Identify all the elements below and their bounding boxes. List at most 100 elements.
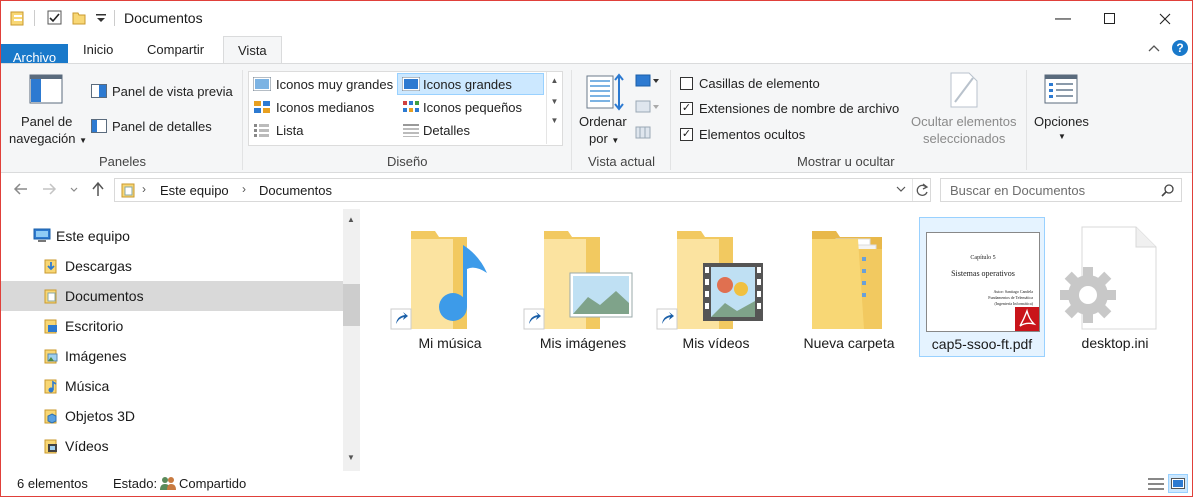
add-columns-icon[interactable] bbox=[635, 100, 661, 117]
pdf-chapter: Capítulo 5 bbox=[970, 255, 996, 261]
properties-icon[interactable] bbox=[10, 9, 26, 27]
file-item-nueva-carpeta[interactable]: Nueva carpeta bbox=[786, 217, 912, 357]
file-name: Mis vídeos bbox=[682, 335, 750, 351]
nav-item-imagenes[interactable]: Imágenes bbox=[1, 341, 343, 371]
size-columns-icon[interactable] bbox=[635, 126, 653, 143]
item-checkboxes-label[interactable]: Casillas de elemento bbox=[699, 76, 820, 91]
preview-pane-button[interactable]: Panel de vista previa bbox=[112, 84, 233, 99]
customize-qat-icon[interactable] bbox=[95, 9, 107, 27]
chevron-down-icon bbox=[896, 186, 906, 192]
item-checkboxes-checkbox[interactable] bbox=[680, 77, 693, 90]
maximize-button[interactable] bbox=[1086, 1, 1132, 36]
nav-item-este-equipo[interactable]: Este equipo bbox=[1, 221, 343, 251]
file-item-mi-musica[interactable]: Mi música bbox=[387, 217, 513, 357]
layout-small[interactable]: Iconos pequeños bbox=[423, 100, 522, 115]
tab-vista[interactable]: Vista bbox=[223, 36, 282, 64]
pdf-title: Sistemas operativos bbox=[951, 269, 1015, 278]
layout-large[interactable]: Iconos grandes bbox=[423, 77, 512, 92]
file-extensions-label[interactable]: Extensiones de nombre de archivo bbox=[699, 101, 899, 116]
details-pane-button[interactable]: Panel de detalles bbox=[112, 119, 212, 134]
options-icon[interactable] bbox=[1044, 74, 1078, 109]
ribbon-collapse-button[interactable] bbox=[1147, 41, 1161, 58]
nav-item-musica[interactable]: Música bbox=[1, 371, 343, 401]
scroll-down-icon[interactable]: ▼ bbox=[347, 453, 355, 462]
close-button[interactable] bbox=[1142, 1, 1188, 36]
file-item-mis-videos[interactable]: Mis vídeos bbox=[653, 217, 779, 357]
navigation-pane-label-1[interactable]: Panel de bbox=[21, 114, 72, 129]
scroll-up-icon[interactable]: ▲ bbox=[347, 215, 355, 224]
recent-locations-button[interactable] bbox=[69, 182, 79, 199]
nav-item-descargas[interactable]: Descargas bbox=[1, 251, 343, 281]
search-icon[interactable] bbox=[1161, 184, 1174, 197]
hidden-items-checkbox[interactable]: ✓ bbox=[680, 128, 693, 141]
layout-list[interactable]: Lista bbox=[276, 123, 303, 138]
layout-details[interactable]: Detalles bbox=[423, 123, 470, 138]
navigation-pane-icon[interactable] bbox=[29, 74, 63, 109]
layout-medium[interactable]: Iconos medianos bbox=[276, 100, 374, 115]
nav-item-documentos[interactable]: Documentos bbox=[1, 281, 343, 311]
details-pane-icon[interactable] bbox=[91, 119, 107, 136]
title-bar: Documentos — bbox=[1, 1, 1192, 36]
window-title: Documentos bbox=[124, 10, 203, 26]
details-view-button[interactable] bbox=[1147, 476, 1165, 495]
preview-pane-icon[interactable] bbox=[91, 84, 107, 101]
navigation-pane-label-2[interactable]: navegación ▼ bbox=[9, 131, 87, 146]
nav-scrollbar[interactable]: ▲ ▼ bbox=[343, 209, 360, 471]
large-icons-view-button[interactable] bbox=[1168, 474, 1188, 493]
address-divider bbox=[912, 179, 913, 201]
music-icon bbox=[44, 379, 57, 394]
file-extensions-checkbox[interactable]: ✓ bbox=[680, 102, 693, 115]
breadcrumb-documentos[interactable]: Documentos bbox=[259, 183, 332, 198]
minimize-button[interactable]: — bbox=[1040, 1, 1086, 36]
desktop-icon bbox=[44, 319, 57, 334]
file-name: cap5-ssoo-ft.pdf bbox=[931, 336, 1033, 352]
layout-extra-large[interactable]: Iconos muy grandes bbox=[276, 77, 393, 92]
videos-folder-shortcut-icon bbox=[656, 231, 763, 330]
breadcrumb-separator[interactable]: › bbox=[242, 182, 246, 196]
gallery-expand-icon[interactable]: ▼ bbox=[547, 116, 562, 125]
refresh-icon bbox=[916, 183, 929, 196]
sort-by-label-2[interactable]: por ▼ bbox=[589, 131, 619, 146]
help-icon[interactable]: ? bbox=[1172, 40, 1188, 56]
up-button[interactable] bbox=[90, 181, 106, 201]
nav-item-objetos-3d[interactable]: Objetos 3D bbox=[1, 401, 343, 431]
hidden-items-label[interactable]: Elementos ocultos bbox=[699, 127, 805, 142]
nav-item-videos[interactable]: Vídeos bbox=[1, 431, 343, 461]
file-item-desktop-ini[interactable]: desktop.ini bbox=[1052, 217, 1178, 357]
explorer-window: Documentos — Archivo Inicio Compartir Vi… bbox=[0, 0, 1193, 497]
layout-gallery-scroll[interactable]: ▲ ▼ ▼ bbox=[546, 72, 562, 144]
extra-large-icons-icon bbox=[252, 76, 272, 94]
ribbon-separator bbox=[670, 70, 671, 170]
quick-properties-icon[interactable] bbox=[47, 9, 63, 27]
options-button[interactable]: Opciones bbox=[1034, 114, 1089, 129]
search-input[interactable]: Buscar en Documentos bbox=[950, 183, 1085, 198]
forward-button[interactable] bbox=[41, 181, 57, 201]
address-history-button[interactable] bbox=[896, 182, 906, 199]
back-button[interactable] bbox=[13, 181, 29, 201]
sort-by-icon[interactable] bbox=[585, 72, 625, 115]
file-item-pdf[interactable]: Capítulo 5 Sistemas operativos Autor: Sa… bbox=[919, 217, 1045, 357]
chevron-up-icon bbox=[1148, 45, 1160, 52]
nav-item-escritorio[interactable]: Escritorio bbox=[1, 311, 343, 341]
new-folder-quick-icon[interactable] bbox=[71, 9, 87, 27]
sort-by-label-1[interactable]: Ordenar bbox=[579, 114, 627, 129]
file-name: Mis imágenes bbox=[539, 335, 627, 351]
breadcrumb-este-equipo[interactable]: Este equipo bbox=[160, 183, 229, 198]
gallery-up-icon[interactable]: ▲ bbox=[547, 76, 562, 85]
tab-inicio[interactable]: Inicio bbox=[69, 36, 127, 63]
pdf-icon bbox=[1015, 307, 1039, 331]
gallery-down-icon[interactable]: ▼ bbox=[547, 97, 562, 106]
dropdown-arrow-icon[interactable]: ▼ bbox=[1058, 132, 1066, 141]
status-label: Estado: bbox=[113, 476, 158, 491]
minimize-icon: — bbox=[1055, 9, 1071, 27]
file-item-mis-imagenes[interactable]: Mis imágenes bbox=[520, 217, 646, 357]
group-by-icon[interactable] bbox=[635, 74, 661, 91]
breadcrumb-separator[interactable]: › bbox=[142, 182, 146, 196]
maximize-icon bbox=[1103, 13, 1115, 24]
file-view: Mi música Mis imágenes Mis vídeos Nueva … bbox=[362, 209, 1192, 471]
nav-scroll-thumb[interactable] bbox=[343, 284, 360, 326]
search-box[interactable]: Buscar en Documentos bbox=[940, 178, 1182, 202]
refresh-button[interactable] bbox=[915, 182, 929, 201]
tab-compartir[interactable]: Compartir bbox=[133, 36, 218, 63]
address-bar[interactable]: › Este equipo › Documentos bbox=[114, 178, 931, 202]
